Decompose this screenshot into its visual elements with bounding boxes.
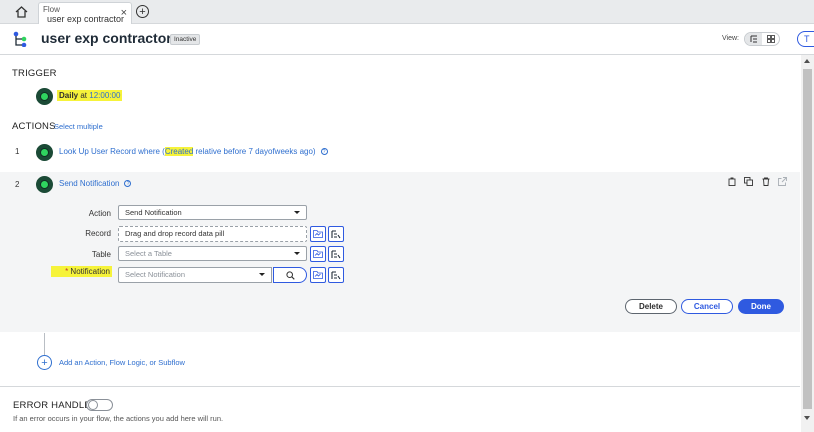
error-handler-description: If an error occurs in your flow, the act… (13, 414, 224, 423)
step-1-text-before: Look Up User Record where ( (59, 147, 165, 156)
table-label: Table (91, 250, 111, 259)
trigger-node-icon (36, 88, 53, 105)
close-icon[interactable]: × (121, 7, 127, 19)
actions-section-label: ACTIONS (12, 121, 56, 132)
trash-icon[interactable] (761, 177, 770, 186)
action-label: Action (88, 209, 111, 218)
list-view-button[interactable] (745, 33, 762, 45)
step-2-summary[interactable]: Send Notification? (59, 179, 132, 188)
notification-label-wrap: * Notification (51, 266, 112, 277)
vertical-scrollbar[interactable] (801, 55, 814, 432)
action-select-value: Send Notification (125, 208, 182, 217)
trigger-summary[interactable]: Daily at 12:00:00 (57, 90, 123, 101)
delete-button[interactable]: Delete (625, 299, 677, 314)
tab-bar: Flow user exp contractor × + (0, 0, 814, 24)
step-number: 1 (15, 147, 20, 156)
step-node-icon (36, 176, 53, 193)
step-2-text: Send Notification (59, 179, 120, 188)
duplicate-icon[interactable] (744, 177, 753, 186)
add-action-link[interactable]: Add an Action, Flow Logic, or Subflow (59, 358, 185, 367)
flow-header: user exp contractor Inactive View: T (0, 24, 814, 55)
trigger-section-label: TRIGGER (12, 68, 57, 79)
flow-structure-icon (13, 31, 27, 47)
notification-label: Notification (70, 267, 110, 276)
trigger-schedule: Daily (59, 91, 79, 100)
grid-view-button[interactable] (762, 33, 779, 45)
data-pill-picker-icon (313, 271, 323, 279)
select-multiple-link[interactable]: Select multiple (54, 122, 103, 131)
trigger-time: 12:00:00 (89, 91, 121, 100)
cancel-button[interactable]: Cancel (681, 299, 733, 314)
divider (0, 386, 800, 387)
notification-filter-button[interactable] (328, 267, 344, 283)
table-filter-button[interactable] (328, 246, 344, 262)
home-button[interactable] (8, 2, 34, 22)
view-label: View: (722, 35, 739, 42)
scroll-down-arrow-icon[interactable] (804, 416, 810, 420)
grid-view-icon (766, 35, 775, 43)
step-1-text-after: relative before 7 dayofweeks ago) (193, 147, 316, 156)
copy-icon[interactable] (727, 177, 736, 186)
data-pill-picker-icon (313, 230, 323, 238)
chevron-down-icon (294, 252, 300, 255)
notification-select[interactable]: Select Notification (118, 267, 272, 283)
data-pill-picker-icon (313, 250, 323, 258)
list-view-icon (750, 35, 757, 43)
tab-name-label: user exp contractor (47, 14, 125, 24)
search-icon (285, 270, 295, 280)
help-icon[interactable]: ? (124, 180, 132, 188)
record-placeholder: Drag and drop record data pill (125, 229, 225, 238)
notification-search-button[interactable] (273, 267, 307, 283)
notification-placeholder: Select Notification (125, 270, 186, 279)
notification-data-pill-picker-button[interactable] (310, 267, 326, 283)
filter-icon (331, 270, 341, 279)
help-icon[interactable]: ? (320, 148, 328, 156)
home-icon (15, 6, 27, 18)
action-select[interactable]: Send Notification (118, 205, 307, 220)
action-toolbar (727, 177, 787, 186)
toggle-knob (88, 400, 98, 410)
page-title: user exp contractor (41, 30, 172, 46)
done-button[interactable]: Done (738, 299, 784, 314)
chevron-down-icon (294, 211, 300, 214)
error-handler-toggle[interactable] (86, 399, 113, 411)
status-badge: Inactive (170, 34, 201, 45)
add-tab-icon[interactable]: + (136, 5, 149, 18)
step-number: 2 (15, 180, 20, 189)
open-icon[interactable] (778, 177, 787, 186)
table-data-pill-picker-button[interactable] (310, 246, 326, 262)
table-select[interactable]: Select a Table (118, 246, 307, 261)
scroll-up-arrow-icon[interactable] (804, 59, 810, 63)
tab-flow[interactable]: Flow user exp contractor × (38, 2, 132, 24)
table-placeholder: Select a Table (125, 249, 172, 258)
flow-connector-line (44, 333, 45, 355)
view-toggle (744, 32, 780, 46)
chevron-down-icon (259, 273, 265, 276)
step-1-summary[interactable]: Look Up User Record where (Created relat… (59, 147, 328, 156)
trigger-at-word: at (80, 91, 88, 100)
tab-kind-label: Flow (43, 5, 60, 14)
required-star: * (65, 267, 69, 276)
filter-icon (331, 229, 341, 238)
record-data-pill-picker-button[interactable] (310, 226, 326, 242)
record-filter-button[interactable] (328, 226, 344, 242)
filter-icon (331, 249, 341, 258)
record-drop-zone[interactable]: Drag and drop record data pill (118, 226, 307, 242)
header-action-button[interactable]: T (797, 31, 814, 47)
step-node-icon (36, 144, 53, 161)
scroll-thumb[interactable] (803, 69, 812, 409)
record-label: Record (85, 229, 111, 238)
add-icon[interactable]: + (37, 355, 52, 370)
step-1-highlight: Created (164, 147, 194, 156)
